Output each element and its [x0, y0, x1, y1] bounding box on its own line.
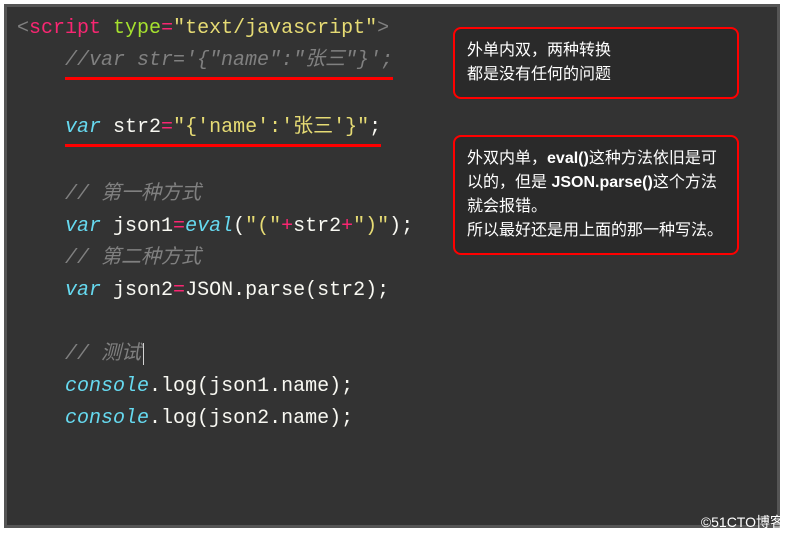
code-line-10 — [17, 307, 767, 339]
annotation-text: 外双内单， — [467, 150, 547, 167]
comment-method2: // 第二种方式 — [65, 247, 201, 270]
tag-bracket: > — [377, 17, 389, 40]
code-line-13: console.log(json2.name); — [17, 403, 767, 435]
tag-name: script — [29, 17, 101, 40]
jsonparse-mention: JSON.parse() — [551, 174, 652, 191]
code-line-11: // 测试 — [17, 339, 767, 371]
annotation-text: 外单内双，两种转换 — [467, 42, 611, 59]
eval-mention: eval() — [547, 150, 589, 167]
comment-method1: // 第一种方式 — [65, 183, 201, 206]
annotation-text: 所以最好还是用上面的那一种写法。 — [467, 222, 723, 239]
text-cursor — [143, 343, 144, 365]
annotation-box-1: 外单内双，两种转换 都是没有任何的问题 — [453, 27, 739, 99]
code-line-12: console.log(json1.name); — [17, 371, 767, 403]
str2-declaration: var str2="{'name':'张三'}"; — [65, 112, 381, 147]
annotation-box-2: 外双内单，eval()这种方法依旧是可以的，但是 JSON.parse()这个方… — [453, 135, 739, 255]
commented-str-declaration: //var str='{"name":"张三"}'; — [65, 45, 393, 80]
code-frame: <script type="text/javascript"> //var st… — [4, 4, 780, 528]
comment-test: // 测试 — [65, 343, 141, 366]
code-line-9: var json2=JSON.parse(str2); — [17, 275, 767, 307]
attr-name: type — [113, 17, 161, 40]
tag-bracket: < — [17, 17, 29, 40]
annotation-text: 都是没有任何的问题 — [467, 66, 611, 83]
watermark: ©51CTO博客 — [701, 512, 784, 532]
attr-value: "text/javascript" — [173, 17, 377, 40]
equals: = — [161, 17, 173, 40]
